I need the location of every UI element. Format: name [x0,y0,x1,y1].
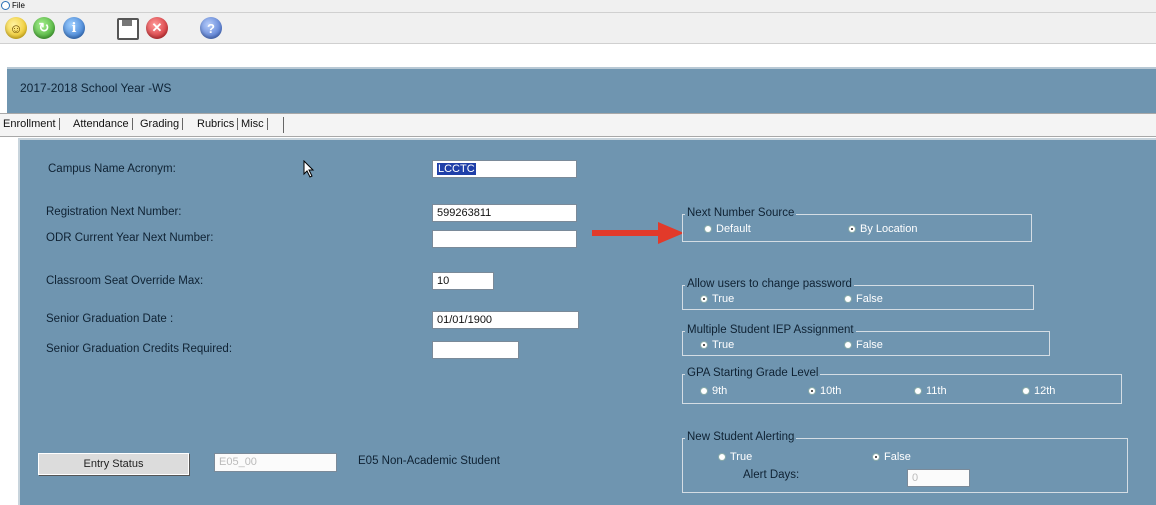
help-icon[interactable]: ? [200,17,222,39]
menu-bar: File [0,0,1156,13]
radio-by-location-label: By Location [860,223,918,235]
tab-divider [283,117,284,133]
radio-dot-icon [701,388,707,394]
registration-next-number-label: Registration Next Number: [46,206,182,218]
tab-enrollment[interactable]: Enrollment [0,118,60,130]
info-icon[interactable]: i [63,17,85,39]
radio-password-true[interactable]: True [701,293,734,305]
allow-password-group: Allow users to change password True Fals… [682,278,1034,310]
alert-days-field[interactable]: 0 [907,469,970,487]
allow-password-title: Allow users to change password [685,278,854,290]
radio-alerting-true[interactable]: True [719,451,752,463]
gpa-start-title: GPA Starting Grade Level [685,367,821,379]
radio-gpa-10th-label: 10th [820,385,842,397]
entry-status-description: E05 Non-Academic Student [358,455,500,467]
radio-dot-icon [845,342,851,348]
radio-iep-true[interactable]: True [701,339,734,351]
radio-dot-icon [1023,388,1029,394]
radio-password-true-label: True [712,293,735,305]
radio-dot-selected-icon [849,226,855,232]
tab-attendance[interactable]: Attendance [70,118,133,130]
radio-default[interactable]: Default [705,223,751,235]
next-number-source-title: Next Number Source [685,207,797,219]
entry-status-button[interactable]: Entry Status [38,453,189,475]
school-year-title: 2017-2018 School Year -WS [20,81,172,95]
radio-password-false[interactable]: False [845,293,883,305]
tab-rubrics[interactable]: Rubrics [194,118,239,130]
tab-strip: Enrollment Attendance Grading Rubrics Mi… [0,113,1156,137]
radio-dot-selected-icon [701,342,707,348]
gpa-start-group: GPA Starting Grade Level 9th 10th 11th 1… [682,367,1122,404]
radio-dot-icon [915,388,921,394]
radio-iep-false[interactable]: False [845,339,883,351]
radio-alerting-false[interactable]: False [873,451,911,463]
mouse-cursor-icon [303,160,315,178]
radio-gpa-11th-label: 11th [926,385,947,397]
multiple-iep-group: Multiple Student IEP Assignment True Fal… [682,324,1050,356]
tab-misc[interactable]: Misc [238,118,268,130]
next-number-source-group: Next Number Source Default By Location [682,207,1032,242]
campus-name-label: Campus Name Acronym: [48,163,176,175]
radio-dot-icon [705,226,711,232]
registration-next-number-field[interactable]: 599263811 [432,204,577,222]
entry-status-code-field[interactable]: E05_00 [214,453,337,472]
alert-days-label: Alert Days: [743,469,800,481]
radio-gpa-12th[interactable]: 12th [1023,385,1055,397]
cancel-icon[interactable]: ✕ [146,17,168,39]
graduation-credits-label: Senior Graduation Credits Required: [46,343,233,355]
odr-next-number-field[interactable] [432,230,577,248]
refresh-icon[interactable]: ↻ [33,17,55,39]
radio-dot-icon [719,454,725,460]
radio-iep-true-label: True [712,339,735,351]
tab-grading[interactable]: Grading [137,118,184,130]
radio-default-label: Default [716,223,751,235]
radio-gpa-12th-label: 12th [1034,385,1056,397]
graduation-date-field[interactable]: 01/01/1900 [432,311,579,329]
radio-iep-false-label: False [856,339,883,351]
radio-dot-selected-icon [701,296,707,302]
toolbar: ☺ ↻ i ✕ ? [0,13,1156,44]
seat-override-label: Classroom Seat Override Max: [46,275,204,287]
seat-override-field[interactable]: 10 [432,272,494,290]
graduation-date-label: Senior Graduation Date : [46,313,174,325]
radio-gpa-9th[interactable]: 9th [701,385,727,397]
graduation-credits-field[interactable] [432,341,519,359]
radio-password-false-label: False [856,293,883,305]
odr-next-number-label: ODR Current Year Next Number: [46,232,214,244]
radio-gpa-11th[interactable]: 11th [915,385,947,397]
radio-alerting-true-label: True [730,451,753,463]
radio-by-location[interactable]: By Location [849,223,917,235]
campus-name-field[interactable]: LCCTC [432,160,577,178]
radio-alerting-false-label: False [884,451,911,463]
campus-name-value: LCCTC [437,163,476,175]
header-band: 2017-2018 School Year -WS [7,67,1156,115]
new-student-alerting-title: New Student Alerting [685,431,797,443]
smiley-icon[interactable]: ☺ [5,17,27,39]
red-arrow-annotation [592,222,684,244]
save-icon[interactable] [117,18,139,40]
new-student-alerting-group: New Student Alerting True False Alert Da… [682,431,1128,493]
radio-dot-selected-icon [873,454,879,460]
radio-gpa-9th-label: 9th [712,385,728,397]
radio-dot-icon [845,296,851,302]
radio-dot-selected-icon [809,388,815,394]
menu-file[interactable]: File [12,1,25,10]
multiple-iep-title: Multiple Student IEP Assignment [685,324,856,336]
radio-gpa-10th[interactable]: 10th [809,385,841,397]
app-icon [1,1,10,10]
